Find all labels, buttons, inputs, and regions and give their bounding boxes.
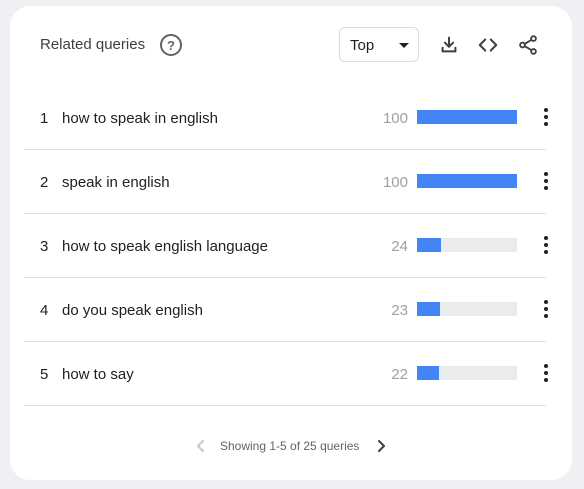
pagination: Showing 1-5 of 25 queries [10, 436, 572, 456]
sort-select[interactable]: Top [339, 27, 419, 62]
card-title: Related queries [40, 36, 146, 53]
query-text[interactable]: how to speak english language [62, 238, 268, 255]
embed-code-icon[interactable] [477, 34, 499, 56]
queries-list: 1 how to speak in english 100 2 speak in… [24, 86, 548, 406]
card-header: Related queries ? Top [10, 6, 572, 86]
download-icon[interactable] [438, 34, 460, 56]
related-queries-card: Related queries ? Top 1 how to speak in … [10, 6, 572, 480]
query-rank: 2 [40, 174, 49, 191]
query-rank: 3 [40, 238, 49, 255]
query-value: 100 [382, 174, 408, 191]
more-vert-icon[interactable] [538, 363, 554, 383]
query-rank: 4 [40, 302, 49, 319]
query-text[interactable]: speak in english [62, 174, 170, 191]
query-value: 22 [391, 366, 408, 383]
caret-down-icon [399, 43, 409, 48]
query-value: 23 [391, 302, 408, 319]
pagination-status: Showing 1-5 of 25 queries [220, 439, 360, 453]
value-bar [417, 238, 517, 252]
chevron-right-icon[interactable] [374, 438, 388, 454]
query-rank: 1 [40, 110, 49, 127]
value-bar-fill [417, 174, 517, 188]
query-row[interactable]: 5 how to say 22 [24, 342, 548, 406]
query-text[interactable]: how to say [62, 366, 134, 383]
query-value: 100 [382, 110, 408, 127]
value-bar-fill [417, 110, 517, 124]
share-icon[interactable] [517, 34, 539, 56]
chevron-left-icon [194, 438, 208, 454]
value-bar-fill [417, 366, 439, 380]
value-bar [417, 302, 517, 316]
query-value: 24 [391, 238, 408, 255]
more-vert-icon[interactable] [538, 107, 554, 127]
sort-select-value: Top [350, 37, 375, 54]
value-bar [417, 110, 517, 124]
value-bar-fill [417, 238, 441, 252]
query-row[interactable]: 3 how to speak english language 24 [24, 214, 548, 278]
help-icon[interactable]: ? [160, 34, 182, 56]
query-row[interactable]: 2 speak in english 100 [24, 150, 548, 214]
more-vert-icon[interactable] [538, 171, 554, 191]
value-bar-fill [417, 302, 440, 316]
value-bar [417, 366, 517, 380]
query-row[interactable]: 1 how to speak in english 100 [24, 86, 548, 150]
more-vert-icon[interactable] [538, 299, 554, 319]
query-rank: 5 [40, 366, 49, 383]
query-text[interactable]: how to speak in english [62, 110, 218, 127]
query-text[interactable]: do you speak english [62, 302, 203, 319]
value-bar [417, 174, 517, 188]
query-row[interactable]: 4 do you speak english 23 [24, 278, 548, 342]
more-vert-icon[interactable] [538, 235, 554, 255]
